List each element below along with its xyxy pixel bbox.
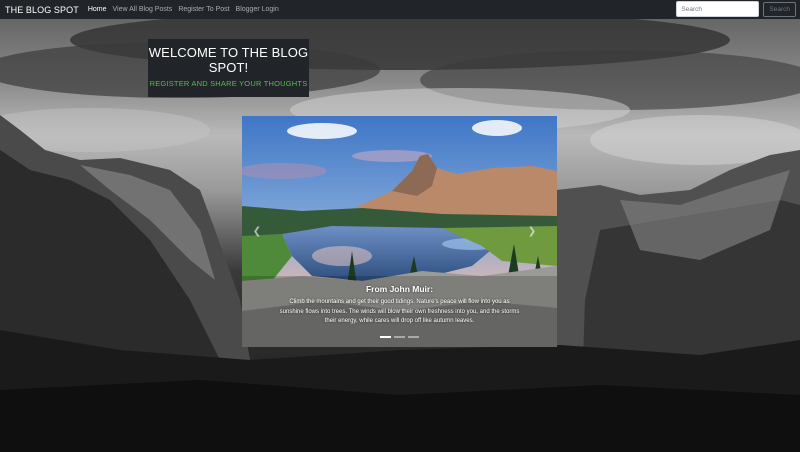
chevron-right-icon: ❯ [527, 226, 537, 237]
welcome-banner: WELCOME TO THE BLOG SPOT! REGISTER AND S… [148, 39, 309, 97]
welcome-title: WELCOME TO THE BLOG SPOT! [148, 45, 309, 75]
nav-link-home[interactable]: Home [88, 6, 107, 13]
nav-link-login[interactable]: Blogger Login [236, 6, 279, 13]
navbar: THE BLOG SPOT Home View All Blog Posts R… [0, 0, 800, 19]
carousel-indicator[interactable] [380, 336, 391, 338]
search-button[interactable]: Search [763, 1, 796, 17]
nav-link-register[interactable]: Register To Post [178, 6, 229, 13]
search-input[interactable] [676, 1, 760, 17]
carousel-indicator[interactable] [408, 336, 419, 338]
caption-quote: Climb the mountains and get their good t… [279, 299, 520, 324]
search-form: Search [676, 1, 796, 17]
image-carousel[interactable]: ❮ ❯ From John Muir: Climb the mountains … [242, 116, 557, 347]
carousel-caption: From John Muir: Climb the mountains and … [242, 284, 557, 327]
nav-link-view-all-posts[interactable]: View All Blog Posts [113, 6, 173, 13]
chevron-left-icon: ❮ [252, 226, 262, 237]
caption-title: From John Muir: [365, 284, 434, 294]
carousel-indicators [242, 336, 557, 338]
carousel-indicator[interactable] [394, 336, 405, 338]
brand-logo[interactable]: THE BLOG SPOT [5, 5, 79, 15]
welcome-subtitle: REGISTER AND SHARE YOUR THOUGHTS [149, 79, 308, 88]
